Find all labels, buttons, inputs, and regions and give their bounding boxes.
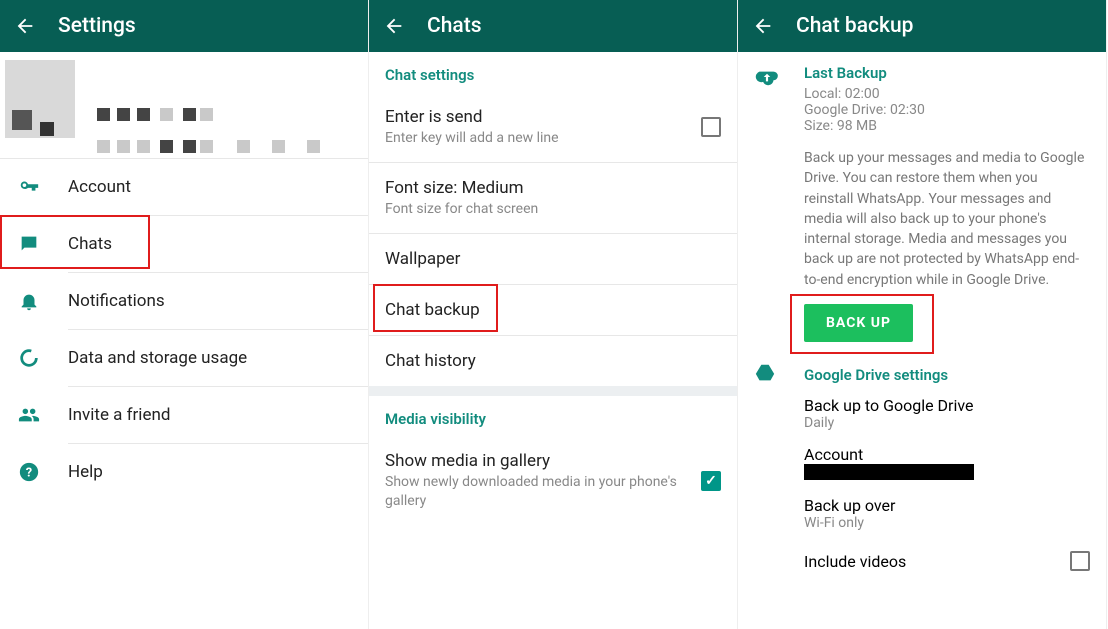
chats-item-enter-is-send[interactable]: Enter is send Enter key will add a new l… [369, 92, 737, 162]
google-drive-icon [754, 362, 804, 388]
page-title: Settings [58, 14, 136, 38]
settings-screen: Settings Account Chats [0, 0, 369, 629]
last-backup-header: Last Backup [804, 64, 1090, 82]
back-icon[interactable] [14, 15, 36, 37]
back-icon[interactable] [752, 15, 774, 37]
section-header: Media visibility [369, 396, 737, 436]
chat-backup-screen: Chat backup Last Backup Local: 02:00 Goo… [738, 0, 1107, 629]
label: Chats [68, 234, 112, 254]
gdrive-settings-header: Google Drive settings [804, 366, 948, 384]
settings-item-notifications[interactable]: Notifications [0, 273, 368, 329]
chats-screen: Chats Chat settings Enter is send Enter … [369, 0, 738, 629]
settings-item-invite[interactable]: Invite a friend [0, 387, 368, 443]
cloud-upload-icon [754, 64, 804, 94]
chats-item-font-size[interactable]: Font size: Medium Font size for chat scr… [369, 163, 737, 233]
settings-item-chats[interactable]: Chats [0, 216, 368, 272]
label: Data and storage usage [68, 348, 247, 368]
chat-icon [16, 231, 42, 257]
label: Account [68, 177, 131, 197]
profile-header[interactable] [0, 52, 368, 158]
gdrive-time: Google Drive: 02:30 [804, 102, 1090, 118]
header: Chat backup [738, 0, 1106, 52]
people-icon [16, 402, 42, 428]
label: Help [68, 462, 103, 482]
label: Show media in gallery [385, 451, 701, 471]
backup-button[interactable]: BACK UP [804, 304, 913, 342]
settings-item-account[interactable]: Account [0, 159, 368, 215]
header: Chats [369, 0, 737, 52]
page-title: Chats [427, 14, 482, 38]
subtitle: Enter key will add a new line [385, 129, 701, 147]
subtitle: Wi-Fi only [804, 515, 1090, 531]
backup-over-item[interactable]: Back up over Wi-Fi only [804, 496, 1090, 531]
backup-to-gdrive-item[interactable]: Back up to Google Drive Daily [804, 396, 1090, 431]
backup-description: Back up your messages and media to Googl… [804, 148, 1090, 290]
checkbox-unchecked[interactable] [701, 117, 721, 137]
bell-icon [16, 288, 42, 314]
label: Chat backup [385, 300, 480, 320]
settings-item-help[interactable]: ? Help [0, 444, 368, 500]
chats-item-wallpaper[interactable]: Wallpaper [369, 234, 737, 284]
local-time: Local: 02:00 [804, 86, 1090, 102]
label: Font size: Medium [385, 178, 721, 198]
key-icon [16, 174, 42, 200]
chats-item-chat-backup[interactable]: Chat backup [369, 285, 737, 335]
label: Include videos [804, 552, 1070, 571]
settings-item-data[interactable]: Data and storage usage [0, 330, 368, 386]
subtitle: Font size for chat screen [385, 200, 721, 218]
back-icon[interactable] [383, 15, 405, 37]
label: Notifications [68, 291, 165, 311]
label: Chat history [385, 351, 476, 371]
backup-size: Size: 98 MB [804, 118, 1090, 134]
label: Back up over [804, 496, 1090, 515]
chats-item-show-media[interactable]: Show media in gallery Show newly downloa… [369, 436, 737, 524]
checkbox-checked[interactable]: ✓ [701, 471, 721, 491]
header: Settings [0, 0, 368, 52]
label: Invite a friend [68, 405, 170, 425]
subtitle: Show newly downloaded media in your phon… [385, 473, 701, 509]
data-usage-icon [16, 345, 42, 371]
page-title: Chat backup [796, 14, 913, 38]
subtitle: Daily [804, 415, 1090, 431]
label: Wallpaper [385, 249, 460, 269]
chats-item-chat-history[interactable]: Chat history [369, 336, 737, 386]
account-item[interactable]: Account [804, 445, 1090, 480]
redacted-account [804, 464, 974, 480]
section-header: Chat settings [369, 52, 737, 92]
checkbox-unchecked[interactable] [1070, 551, 1090, 571]
label: Account [804, 445, 1090, 464]
help-icon: ? [16, 459, 42, 485]
svg-text:?: ? [26, 466, 32, 481]
label: Enter is send [385, 107, 701, 127]
label: Back up to Google Drive [804, 396, 1090, 415]
include-videos-item[interactable]: Include videos [804, 551, 1090, 571]
